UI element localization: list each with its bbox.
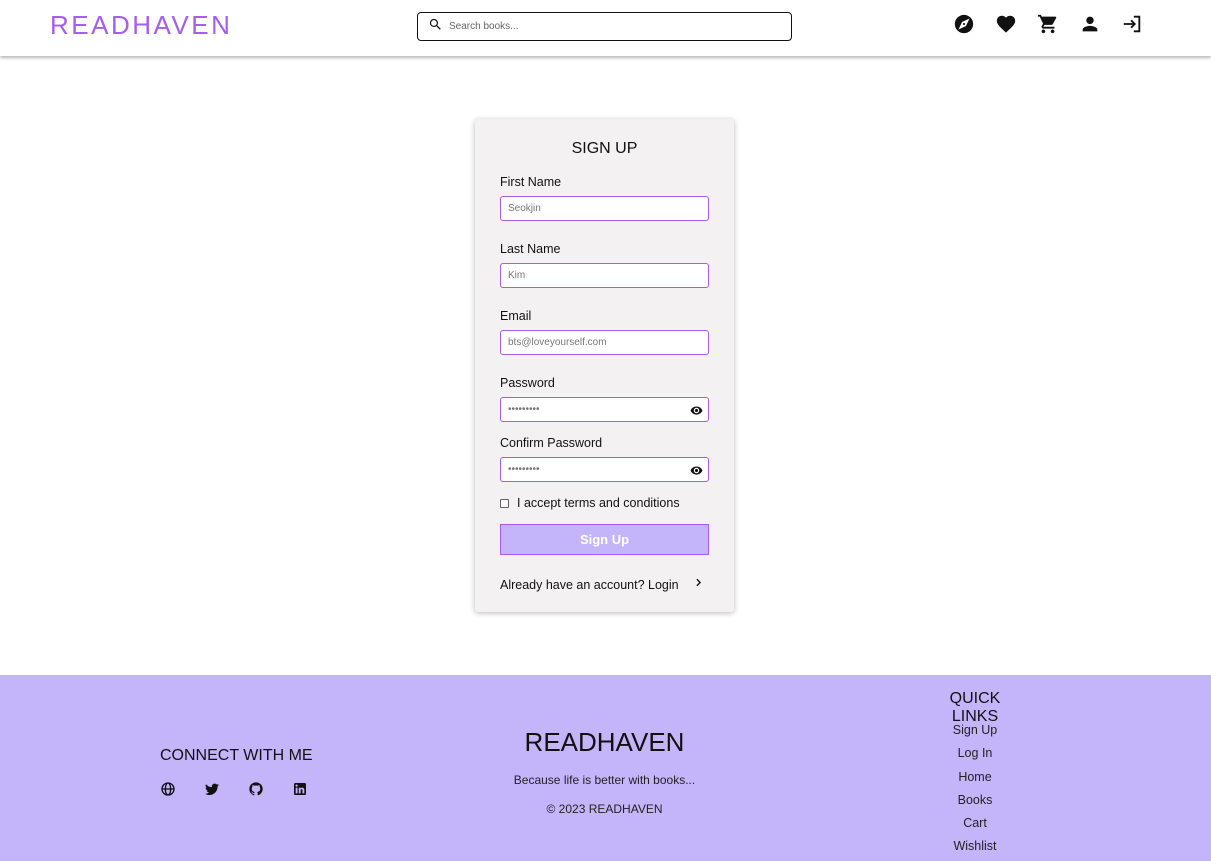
explore-icon[interactable] — [953, 13, 975, 35]
email-input[interactable] — [501, 331, 708, 354]
show-password-eye-icon[interactable] — [690, 404, 703, 417]
confirm-password-input[interactable] — [501, 458, 708, 481]
footer-tagline: Because life is better with books... — [513, 773, 696, 787]
nav-icons — [953, 13, 1143, 35]
first-name-label: First Name — [500, 175, 562, 189]
terms-label: I accept terms and conditions — [517, 496, 680, 510]
quick-link-cart[interactable]: Cart — [925, 816, 1025, 839]
heart-icon[interactable] — [995, 13, 1017, 35]
last-name-input[interactable] — [501, 264, 708, 287]
site-logo[interactable]: READHAVEN — [50, 10, 232, 41]
quick-link-home[interactable]: Home — [925, 770, 1025, 793]
sign-up-button[interactable]: Sign Up — [500, 524, 709, 555]
quick-link-wishlist[interactable]: Wishlist — [925, 839, 1025, 861]
last-name-field-wrapper — [500, 263, 709, 288]
quick-links-title: QUICK LINKS — [949, 690, 1001, 725]
top-header: READHAVEN — [0, 0, 1211, 56]
quick-link-books[interactable]: Books — [925, 793, 1025, 816]
login-link[interactable]: Already have an account? Login — [500, 576, 709, 594]
form-title: SIGN UP — [571, 140, 638, 157]
quick-links-list: Sign Up Log In Home Books Cart Wishlist — [925, 723, 1025, 861]
quick-link-sign-up[interactable]: Sign Up — [925, 723, 1025, 746]
footer-copyright: © 2023 READHAVEN — [546, 802, 663, 816]
terms-checkbox[interactable] — [500, 498, 509, 508]
confirm-password-field-wrapper — [500, 457, 709, 482]
login-icon[interactable] — [1121, 13, 1143, 35]
password-label: Password — [500, 376, 555, 390]
login-prompt: Already have an account? Login — [500, 578, 679, 592]
cart-icon[interactable] — [1037, 13, 1059, 35]
chevron-right-icon — [692, 576, 709, 594]
first-name-input[interactable] — [501, 197, 708, 220]
password-input[interactable] — [501, 398, 708, 421]
terms-row: I accept terms and conditions — [500, 496, 680, 510]
search-input[interactable] — [449, 21, 769, 32]
search-icon — [428, 17, 443, 37]
first-name-field-wrapper — [500, 196, 709, 221]
show-confirm-password-eye-icon[interactable] — [690, 464, 703, 477]
person-icon[interactable] — [1079, 13, 1101, 35]
quick-link-log-in[interactable]: Log In — [925, 746, 1025, 769]
confirm-password-label: Confirm Password — [500, 436, 603, 450]
last-name-label: Last Name — [500, 242, 561, 256]
email-label: Email — [500, 309, 532, 323]
password-field-wrapper — [500, 397, 709, 422]
signup-card: SIGN UP First Name Last Name Email Passw… — [475, 119, 734, 612]
footer: CONNECT WITH ME READHAVEN Because life i… — [0, 675, 1211, 861]
footer-brand: READHAVEN — [524, 727, 685, 757]
search-bar[interactable] — [417, 12, 792, 41]
email-field-wrapper — [500, 330, 709, 355]
